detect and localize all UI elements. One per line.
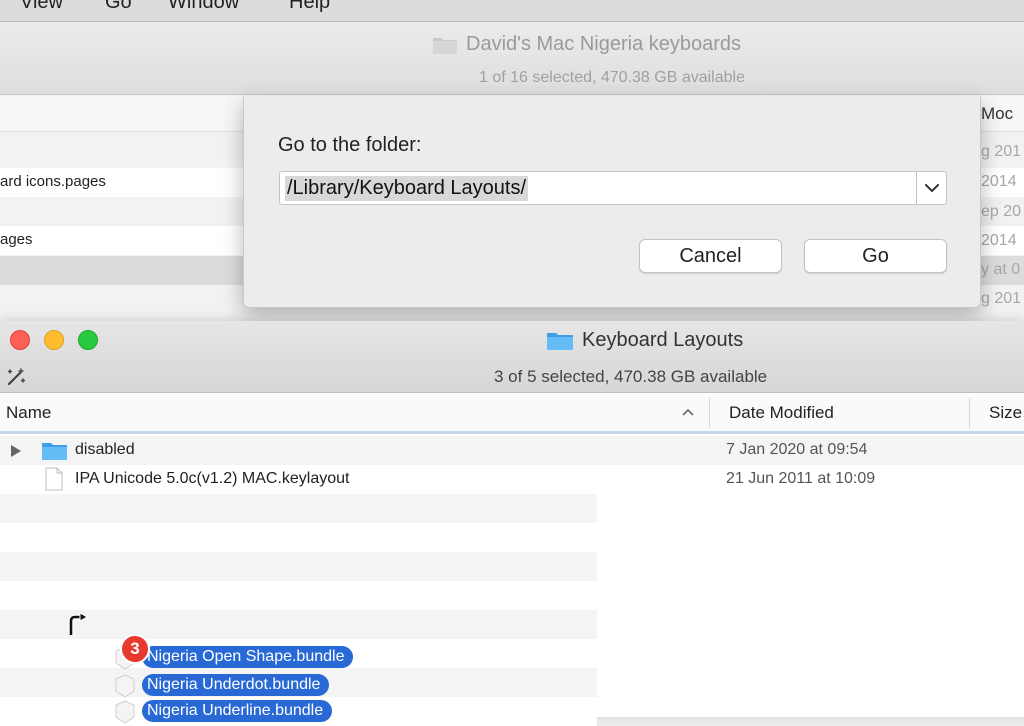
background-date-cell: y at 0 (981, 261, 1021, 278)
background-date-cell: 2014 (981, 173, 1017, 190)
sort-ascending-icon[interactable] (682, 408, 694, 416)
row-name-cell: disabled (75, 441, 135, 458)
column-name[interactable]: Name (6, 403, 51, 423)
table-row-keylayout-file[interactable]: IPA Unicode 5.0c(v1.2) MAC.keylayout 21 … (0, 465, 1024, 494)
dragged-item-label: Nigeria Underdot.bundle (142, 674, 330, 696)
background-title-text: David's Mac Nigeria keyboards (466, 33, 742, 55)
folder-icon (547, 332, 573, 350)
column-date-modified[interactable]: Date Modified (729, 403, 834, 423)
bundle-icon (115, 700, 135, 724)
column-size[interactable]: Size (989, 403, 1022, 423)
wand-tools-icon[interactable] (6, 367, 26, 387)
drag-count-badge: 3 (120, 634, 150, 664)
menu-view[interactable]: View (20, 0, 63, 14)
front-status-text: 3 of 5 selected, 470.38 GB available (494, 367, 768, 386)
dragged-item-label: Nigeria Open Shape.bundle (142, 646, 354, 668)
empty-row (0, 552, 597, 581)
front-window-title: Keyboard Layouts (546, 329, 743, 352)
bundle-icon (115, 674, 135, 698)
row-date-cell: 7 Jan 2020 at 09:54 (726, 441, 868, 458)
background-row-name: ard icons.pages (0, 173, 106, 190)
row-name-cell: IPA Unicode 5.0c(v1.2) MAC.keylayout (75, 470, 350, 487)
menu-go[interactable]: Go (105, 0, 132, 14)
go-to-folder-label: Go to the folder: (278, 134, 422, 156)
minimize-window-button[interactable] (44, 330, 64, 350)
folder-icon (433, 37, 457, 54)
go-button[interactable]: Go (804, 239, 947, 273)
background-date-cell: g 201 (981, 143, 1022, 160)
row-date-cell: 21 Jun 2011 at 10:09 (726, 470, 876, 487)
front-column-header: Name Date Modified Size (0, 394, 1024, 434)
front-titlebar: Keyboard Layouts 3 of 5 selected, 470.38… (0, 321, 1024, 393)
chevron-down-icon (924, 183, 939, 192)
menu-help[interactable]: Help (289, 0, 330, 14)
close-window-button[interactable] (10, 330, 30, 350)
background-row-name: ages (0, 231, 33, 248)
folder-icon (42, 443, 67, 460)
background-status-text: 1 of 16 selected, 470.38 GB available (479, 69, 745, 86)
menu-bar: View Go Window Help (0, 0, 1024, 22)
background-date-cell: ep 20 (981, 203, 1022, 220)
column-divider[interactable] (709, 398, 710, 428)
folder-path-input[interactable]: /Library/Keyboard Layouts/ (285, 176, 529, 201)
go-to-folder-sheet: Go to the folder: /Library/Keyboard Layo… (243, 96, 981, 308)
menu-window[interactable]: Window (168, 0, 239, 14)
alias-cursor-icon (68, 612, 89, 635)
disclosure-triangle-icon[interactable] (11, 445, 21, 457)
dragged-item-label: Nigeria Underline.bundle (142, 700, 333, 722)
background-column-modified[interactable]: Moc (981, 104, 1013, 124)
cancel-button[interactable]: Cancel (639, 239, 782, 273)
background-window-title: David's Mac Nigeria keyboards (432, 33, 741, 56)
empty-row (0, 523, 597, 552)
zoom-window-button[interactable] (78, 330, 98, 350)
path-history-dropdown[interactable] (916, 172, 946, 204)
document-icon (45, 467, 63, 491)
background-titlebar: David's Mac Nigeria keyboards 1 of 16 se… (0, 23, 1024, 95)
front-title-text: Keyboard Layouts (582, 329, 744, 351)
folder-path-combo-field[interactable]: /Library/Keyboard Layouts/ (279, 171, 947, 205)
column-divider[interactable] (969, 398, 970, 428)
background-date-cell: 2014 (981, 232, 1017, 249)
table-row-disabled-folder[interactable]: disabled 7 Jan 2020 at 09:54 (0, 436, 1024, 465)
empty-row (0, 494, 597, 523)
background-date-cell: g 201 (981, 290, 1022, 307)
empty-row (0, 581, 597, 610)
